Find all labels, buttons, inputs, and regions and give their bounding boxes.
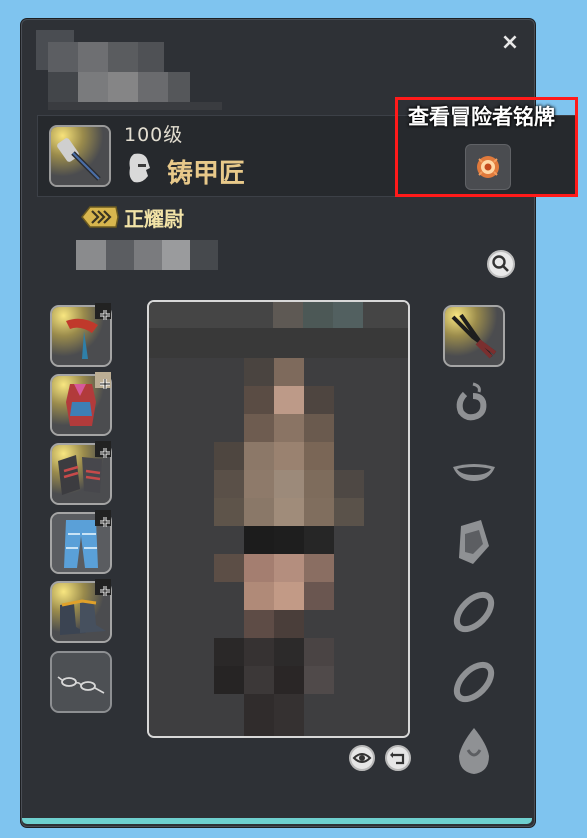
adventurer-plate-label: 查看冒险者铭牌	[408, 105, 555, 129]
add-gear-badge[interactable]	[92, 577, 114, 607]
main-hand-slot[interactable]	[49, 125, 111, 187]
adventurer-plate-icon	[477, 156, 499, 178]
glasses-icon	[52, 653, 110, 711]
add-gear-badge[interactable]	[92, 508, 114, 538]
hammer-icon	[51, 127, 109, 185]
soul-crystal-slot-icon[interactable]	[443, 720, 505, 782]
earrings-slot-icon[interactable]	[443, 374, 505, 436]
adventurer-plate-button[interactable]	[465, 144, 511, 190]
ring-slot-icon[interactable]	[443, 651, 505, 713]
job-name: 铸甲匠	[167, 159, 246, 189]
toggle-visibility-button[interactable]	[349, 745, 375, 771]
gear-slot-glasses[interactable]	[50, 651, 112, 713]
server-info-censored	[76, 238, 218, 272]
add-gear-badge[interactable]	[92, 370, 114, 400]
character-portrait[interactable]	[147, 300, 410, 738]
portrait-pixelated	[149, 302, 408, 736]
ring-slot-icon[interactable]	[443, 581, 505, 643]
necklace-slot-icon[interactable]	[443, 443, 505, 505]
bracelet-slot-icon[interactable]	[443, 512, 505, 574]
job-level: 100级	[124, 124, 184, 146]
gear-slot-off-hand[interactable]	[443, 305, 505, 367]
character-title: 正耀尉	[124, 207, 184, 231]
add-gear-badge[interactable]	[92, 439, 114, 469]
rotate-icon	[390, 752, 405, 765]
armorer-job-icon	[129, 153, 150, 183]
eye-icon	[352, 753, 372, 763]
character-name-censored	[36, 30, 226, 110]
search-button[interactable]	[487, 250, 515, 278]
grand-company-rank-icon	[81, 206, 119, 228]
pliers-icon	[445, 307, 503, 365]
close-icon[interactable]: ×	[497, 30, 523, 56]
rotate-portrait-button[interactable]	[385, 745, 411, 771]
window-bottom-bar	[22, 818, 532, 824]
magnifier-icon	[492, 255, 509, 272]
add-gear-badge[interactable]	[92, 301, 114, 331]
